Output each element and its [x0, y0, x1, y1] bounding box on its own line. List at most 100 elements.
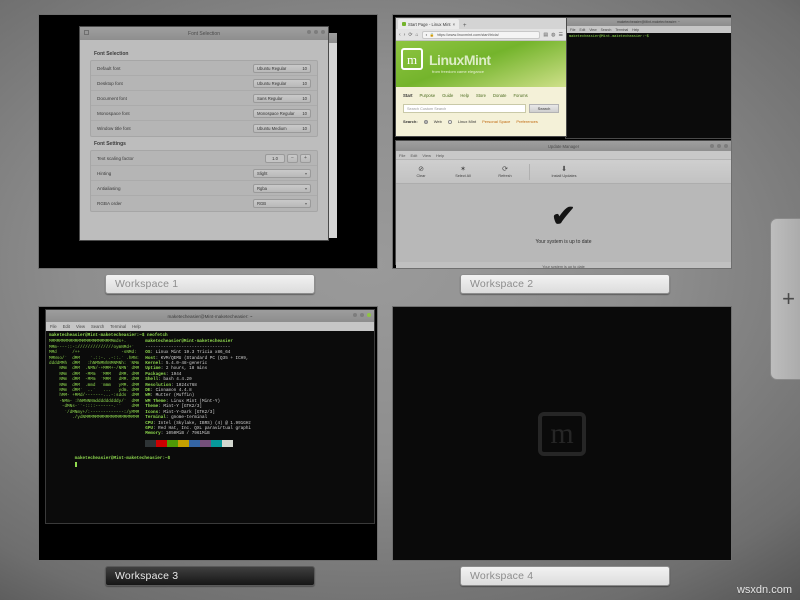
terminal-menubar[interactable]: File Edit View Search Terminal Help	[46, 322, 374, 331]
rgba-order-dropdown[interactable]: RGB ▾	[253, 199, 311, 208]
search-button[interactable]: Search	[529, 104, 559, 113]
menu-edit[interactable]: Edit	[63, 324, 70, 329]
workspace-thumbnail-3[interactable]: maketecheasier@Mint-maketecheasier: ~ Fi…	[38, 306, 378, 561]
nav-start[interactable]: Start	[403, 93, 413, 98]
terminal-menubar[interactable]: File Edit View Search Terminal Help	[566, 26, 731, 33]
firefox-window[interactable]: Start Page - Linux Mint × + ‹ › ⟳ ⌂ ◐ 🔒 …	[395, 17, 567, 137]
terminal-titlebar[interactable]: maketecheasier@Mint-maketecheasier: ~	[566, 18, 731, 26]
menu-help[interactable]: Help	[436, 153, 444, 158]
nav-forums[interactable]: Forums	[514, 93, 528, 98]
update-manager-menubar[interactable]: File Edit View Help	[396, 151, 731, 160]
dialog-titlebar[interactable]: Font Selection	[80, 27, 328, 40]
setting-row-text-scaling[interactable]: Text scaling factor 1.0 − +	[91, 151, 317, 166]
install-updates-button[interactable]: ⬇ Install Updates	[533, 166, 595, 178]
font-picker-button[interactable]: Ubuntu Medium 10	[253, 124, 311, 133]
menu-search[interactable]: Search	[601, 28, 612, 32]
reload-icon[interactable]: ⟳	[408, 32, 412, 38]
add-workspace-button[interactable]: +	[770, 218, 800, 380]
firefox-navbar[interactable]: ‹ › ⟳ ⌂ ◐ 🔒 https://www.linuxmint.com/st…	[396, 29, 566, 41]
menu-view[interactable]: View	[589, 28, 596, 32]
terminal-titlebar[interactable]: maketecheasier@Mint-maketecheasier: ~	[46, 310, 374, 322]
background-terminal-window[interactable]: maketecheasier@Mint-maketecheasier: ~ Fi…	[565, 17, 732, 139]
firefox-tab[interactable]: Start Page - Linux Mint ×	[398, 19, 459, 29]
mint-search-row[interactable]: Search Custom Search Search	[403, 104, 559, 113]
workspace-label-4[interactable]: Workspace 4	[460, 566, 670, 586]
antialiasing-dropdown[interactable]: Rgba ▾	[253, 184, 311, 193]
update-manager-toolbar[interactable]: ⊘ Clear ✶ Select All ⟳ Refresh ⬇ Install…	[396, 160, 731, 184]
font-picker-button[interactable]: Ubuntu Regular 10	[253, 64, 311, 73]
menu-edit[interactable]: Edit	[410, 153, 417, 158]
menu-help[interactable]: Help	[632, 28, 639, 32]
menu-terminal[interactable]: Terminal	[110, 324, 126, 329]
font-picker-button[interactable]: Ubuntu Regular 10	[253, 79, 311, 88]
workspace-thumbnail-2[interactable]: maketecheasier@Mint-maketecheasier: ~ Fi…	[392, 14, 732, 269]
menu-edit[interactable]: Edit	[579, 28, 585, 32]
radio-web-icon[interactable]	[424, 120, 428, 124]
font-row-monospace[interactable]: Monospace font Monospace Regular 10	[91, 106, 317, 121]
setting-row-rgba-order[interactable]: RGBA order RGB ▾	[91, 196, 317, 211]
menu-view[interactable]: View	[76, 324, 85, 329]
font-row-document[interactable]: Document font Sans Regular 10	[91, 91, 317, 106]
mint-page-nav[interactable]: Start Purpose Guide Help Store Donate Fo…	[403, 93, 559, 98]
window-controls[interactable]	[353, 313, 371, 317]
mint-start-page-hero: m LinuxMint from freedom came elegance	[396, 41, 566, 87]
search-input[interactable]: Search Custom Search	[403, 104, 526, 113]
window-controls[interactable]	[307, 30, 325, 34]
mint-search-options[interactable]: Search: Web Linux Mint Personal Space Pr…	[403, 119, 559, 124]
link-personal-space[interactable]: Personal Space	[482, 119, 510, 124]
font-picker-button[interactable]: Sans Regular 10	[253, 94, 311, 103]
select-all-button[interactable]: ✶ Select All	[442, 166, 484, 178]
address-bar[interactable]: ◐ 🔒 https://www.linuxmint.com/start/tric…	[422, 31, 541, 39]
workspace-label-3[interactable]: Workspace 3	[105, 566, 315, 586]
nav-help[interactable]: Help	[460, 93, 469, 98]
workspace-thumbnail-1[interactable]: A A A abcdefghijk Install Cancel Font Se…	[38, 14, 378, 269]
refresh-button[interactable]: ⟳ Refresh	[484, 166, 526, 178]
dialog-menu-icon[interactable]	[84, 30, 89, 35]
neofetch-terminal-window[interactable]: maketecheasier@Mint-maketecheasier: ~ Fi…	[45, 309, 375, 524]
terminal-output[interactable]: maketecheasier@Mint-maketecheasier:~$ ne…	[46, 331, 374, 474]
setting-row-antialiasing[interactable]: Antialiasing Rgba ▾	[91, 181, 317, 196]
setting-row-hinting[interactable]: Hinting Slight ▾	[91, 166, 317, 181]
account-icon[interactable]: ◍	[551, 32, 555, 38]
workspace-label-1[interactable]: Workspace 1	[105, 274, 315, 294]
stepper-down-icon[interactable]: −	[287, 154, 298, 163]
menu-hamburger-icon[interactable]: ☰	[559, 32, 563, 38]
workspace-thumbnail-4[interactable]: m	[392, 306, 732, 561]
back-icon[interactable]: ‹	[399, 32, 401, 38]
hinting-dropdown[interactable]: Slight ▾	[253, 169, 311, 178]
stepper-up-icon[interactable]: +	[300, 154, 311, 163]
window-controls[interactable]	[710, 144, 728, 148]
tab-close-icon[interactable]: ×	[453, 22, 455, 27]
menu-file[interactable]: File	[50, 324, 57, 329]
font-row-desktop[interactable]: Desktop font Ubuntu Regular 10	[91, 76, 317, 91]
library-icon[interactable]: ▤	[543, 32, 548, 38]
new-tab-button[interactable]: +	[463, 23, 467, 29]
update-manager-titlebar[interactable]: Update Manager	[396, 141, 731, 151]
nav-donate[interactable]: Donate	[493, 93, 507, 98]
radio-linuxmint-icon[interactable]	[448, 120, 452, 124]
font-selection-dialog[interactable]: Font Selection Font Selection Default fo…	[79, 26, 329, 241]
workspace-label-2[interactable]: Workspace 2	[460, 274, 670, 294]
menu-terminal[interactable]: Terminal	[615, 28, 628, 32]
link-preferences[interactable]: Preferences	[516, 119, 538, 124]
font-row-window-title[interactable]: Window title font Ubuntu Medium 10	[91, 121, 317, 136]
font-picker-button[interactable]: Monospace Regular 10	[253, 109, 311, 118]
home-icon[interactable]: ⌂	[416, 32, 419, 38]
forward-icon[interactable]: ›	[404, 32, 406, 38]
nav-guide[interactable]: Guide	[442, 93, 453, 98]
nav-purpose[interactable]: Purpose	[420, 93, 436, 98]
menu-search[interactable]: Search	[91, 324, 104, 329]
radio-web-label[interactable]: Web	[434, 119, 442, 124]
menu-view[interactable]: View	[422, 153, 431, 158]
terminal-output[interactable]: maketecheasier@Mint-maketecheasier:~$	[566, 33, 731, 41]
clear-button[interactable]: ⊘ Clear	[400, 166, 442, 178]
menu-file[interactable]: File	[570, 28, 575, 32]
menu-help[interactable]: Help	[132, 324, 141, 329]
font-row-default[interactable]: Default font Ubuntu Regular 10	[91, 61, 317, 76]
menu-file[interactable]: File	[399, 153, 405, 158]
nav-store[interactable]: Store	[476, 93, 486, 98]
firefox-tabstrip[interactable]: Start Page - Linux Mint × +	[396, 18, 566, 29]
update-manager-window[interactable]: Update Manager File Edit View Help ⊘ Cle…	[395, 140, 732, 265]
radio-linuxmint-label[interactable]: Linux Mint	[458, 119, 476, 124]
text-scaling-stepper[interactable]: 1.0 − +	[265, 154, 311, 163]
